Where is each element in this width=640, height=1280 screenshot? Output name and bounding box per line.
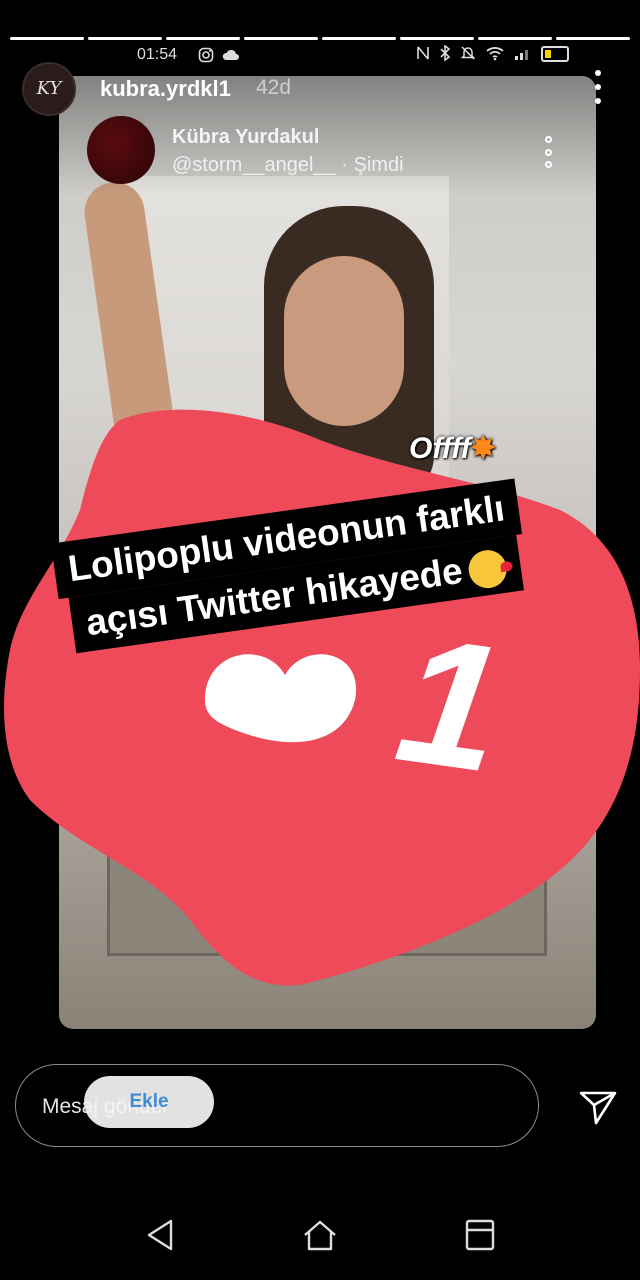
- bluetooth-icon: [440, 45, 451, 61]
- progress-segment: [400, 37, 474, 40]
- story-time-ago: 42d: [256, 76, 292, 99]
- story-progress-bar: [10, 37, 630, 41]
- tweet-handle-time: @storm__angel__ · Şimdi: [172, 154, 404, 176]
- nfc-icon: [417, 46, 429, 60]
- progress-segment: [10, 37, 84, 40]
- wifi-icon: [486, 47, 504, 61]
- avatar-logo: KY: [36, 78, 62, 99]
- add-button-label: Ekle: [129, 1091, 169, 1112]
- story-username[interactable]: kubra.yrdkl1: [100, 76, 231, 102]
- story-header: KY kubra.yrdkl1 42d: [0, 60, 640, 116]
- recent-apps-icon[interactable]: [460, 1215, 500, 1255]
- tweet-author-name: Kübra Yurdakul: [172, 126, 320, 148]
- send-icon[interactable]: [578, 1087, 618, 1127]
- progress-segment: [478, 37, 552, 40]
- tweet-more-icon: [543, 136, 553, 168]
- progress-segment: [322, 37, 396, 40]
- progress-segment: [88, 37, 162, 40]
- progress-segment: [244, 37, 318, 40]
- kissing-face-icon: [466, 547, 509, 591]
- tweet-avatar: [87, 116, 155, 184]
- progress-segment: [556, 37, 630, 40]
- more-options-icon[interactable]: [590, 70, 606, 104]
- add-button[interactable]: Ekle: [84, 1076, 214, 1128]
- profile-avatar[interactable]: KY: [22, 62, 76, 116]
- system-nav-bar: [0, 1200, 640, 1270]
- progress-segment: [166, 37, 240, 40]
- mute-icon: [460, 46, 476, 60]
- home-icon[interactable]: [300, 1215, 340, 1255]
- back-icon[interactable]: [141, 1215, 181, 1255]
- signal-icon: [515, 50, 528, 60]
